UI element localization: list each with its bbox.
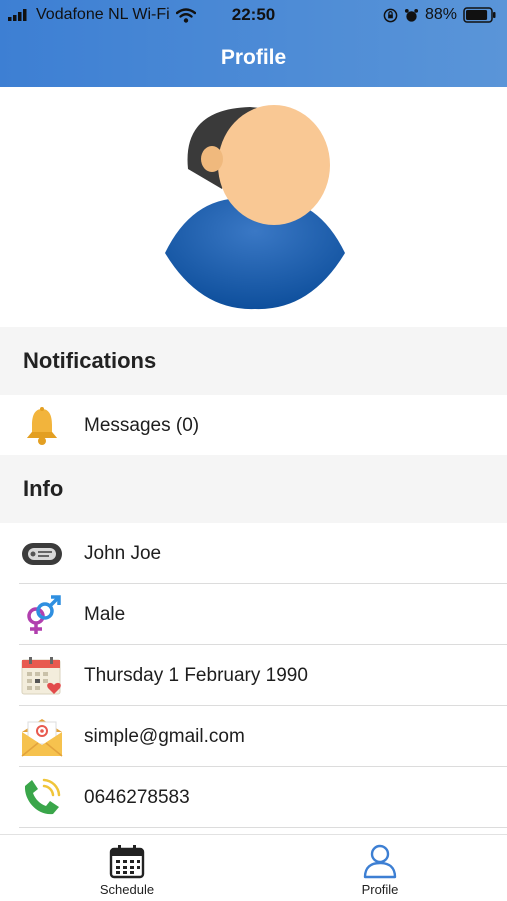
- battery-percentage: 88%: [424, 6, 457, 23]
- status-bar: Vodafone NL Wi-Fi 22:50 88%: [0, 0, 507, 30]
- row-email[interactable]: simple@gmail.com: [0, 706, 507, 767]
- row-messages[interactable]: Messages (0): [0, 395, 507, 456]
- tab-schedule[interactable]: Schedule: [47, 835, 207, 901]
- user-icon: [363, 844, 397, 879]
- row-phone[interactable]: 0646278583: [0, 767, 507, 828]
- calendar-heart-icon: [21, 657, 61, 695]
- orientation-lock-icon: [383, 8, 398, 22]
- tab-bar: Schedule Profile: [0, 834, 507, 901]
- row-name[interactable]: John Joe: [0, 523, 507, 584]
- email-label: simple@gmail.com: [84, 726, 245, 747]
- calendar-icon: [109, 845, 145, 879]
- envelope-icon: [21, 719, 63, 757]
- phone-icon: [24, 778, 61, 815]
- row-gender[interactable]: Male: [0, 584, 507, 645]
- birthdate-label: Thursday 1 February 1990: [84, 665, 308, 686]
- battery-icon: [463, 7, 496, 23]
- tab-profile-label: Profile: [361, 882, 399, 897]
- messages-label: Messages (0): [84, 415, 200, 436]
- alarm-icon: [404, 8, 419, 22]
- phone-label: 0646278583: [84, 787, 190, 808]
- name-tag-icon: [22, 543, 62, 565]
- bell-icon: [27, 407, 57, 445]
- name-label: John Joe: [84, 543, 162, 564]
- user-avatar[interactable]: [160, 99, 350, 311]
- section-header-info: Info: [0, 455, 507, 523]
- tab-profile[interactable]: Profile: [300, 835, 460, 901]
- section-header-notifications: Notifications: [0, 327, 507, 395]
- profile-avatar-area: [0, 87, 507, 327]
- gender-label: Male: [84, 604, 126, 625]
- app-header: Vodafone NL Wi-Fi 22:50 88% Profile: [0, 0, 507, 87]
- section-title-notifications: Notifications: [23, 348, 157, 373]
- page-title: Profile: [220, 46, 287, 69]
- section-title-info: Info: [23, 476, 64, 501]
- row-birthdate[interactable]: Thursday 1 February 1990: [0, 645, 507, 706]
- tab-schedule-label: Schedule: [99, 882, 155, 897]
- gender-icon: [27, 595, 61, 634]
